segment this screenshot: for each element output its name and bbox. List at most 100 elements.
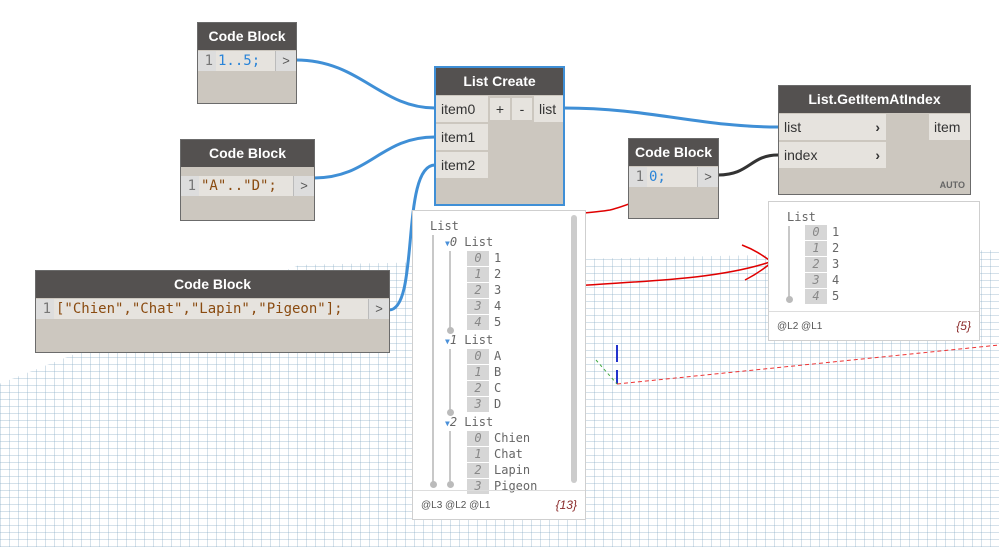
item-value: 4 <box>494 299 502 313</box>
output-list[interactable]: list <box>534 96 563 122</box>
code-block-1[interactable]: Code Block 1 1..5; > <box>197 22 297 104</box>
item-index: 2 <box>805 257 827 272</box>
item-value: B <box>494 365 502 379</box>
preview-item: 2C <box>467 381 501 396</box>
remove-input-button[interactable]: - <box>512 98 532 120</box>
item-value: 3 <box>832 257 840 271</box>
item-index: 3 <box>467 397 489 412</box>
code-input[interactable]: "A".."D"; <box>199 176 294 196</box>
input-item0[interactable]: item0 <box>436 96 488 122</box>
node-title: List.GetItemAtIndex <box>779 86 970 113</box>
code-block-3[interactable]: Code Block 1 ["Chien","Chat","Lapin","Pig… <box>35 270 390 353</box>
item-index: 2 <box>467 381 489 396</box>
input-item2[interactable]: item2 <box>436 152 488 178</box>
preview-item: 23 <box>467 283 501 298</box>
item-value: 4 <box>832 273 840 287</box>
wire-index <box>717 153 779 177</box>
code-block-2[interactable]: Code Block 1 "A".."D"; > <box>180 139 315 221</box>
get-item-at-index-node[interactable]: List.GetItemAtIndex list › index › item AU… <box>778 85 971 195</box>
item-index: 4 <box>805 289 827 304</box>
item-value: Chien <box>494 431 531 445</box>
preview-item: 1B <box>467 365 501 380</box>
input-index[interactable]: index › <box>779 142 886 168</box>
item-index: 1 <box>467 447 489 462</box>
preview-item: 01 <box>805 225 839 240</box>
item-value: 1 <box>494 251 502 265</box>
item-value: 1 <box>832 225 840 239</box>
node-title: Code Block <box>181 140 314 167</box>
output-port[interactable]: > <box>276 51 296 71</box>
preview-item: 0 Chien <box>467 431 530 446</box>
node-title: List Create <box>436 68 563 95</box>
item-index: 1 <box>805 241 827 256</box>
chevron-right-icon: › <box>875 119 880 135</box>
preview-item: 23 <box>805 257 839 272</box>
item-index: 4 <box>467 315 489 330</box>
item-index: 1 <box>467 365 489 380</box>
node-title: Code Block <box>36 271 389 298</box>
item-value: Lapin <box>494 463 531 477</box>
preview-sublist-header[interactable]: ▼1 List <box>445 333 493 348</box>
item-value: C <box>494 381 502 395</box>
preview-item: 01 <box>467 251 501 266</box>
line-number: 1 <box>629 167 647 187</box>
line-number: 1 <box>181 176 199 196</box>
item-index: 2 <box>467 463 489 478</box>
preview-root-label: List <box>787 210 816 224</box>
preview-item: 12 <box>467 267 501 282</box>
code-block-4[interactable]: Code Block 1 0; > <box>628 138 719 219</box>
get-item-preview: List 0112233445 @L2 @L1 {5} <box>768 201 980 341</box>
output-port[interactable]: > <box>369 299 389 319</box>
item-index: 2 <box>467 283 489 298</box>
sublist-label: List <box>464 235 494 249</box>
level-labels: @L3 @L2 @L1 <box>421 500 491 511</box>
item-index: 0 <box>467 431 489 446</box>
output-port[interactable]: > <box>698 167 718 187</box>
preview-item: 34 <box>467 299 501 314</box>
item-index: 0 <box>805 225 827 240</box>
item-value: 5 <box>494 315 502 329</box>
node-title: Code Block <box>198 23 296 50</box>
list-create-preview: List ▼0 List 0 1 1 2 2 3 3 4 4 5 ▼1 List 0 A 1 B 2 C 3 D ▼2 … <box>412 210 586 520</box>
sublist-index: 1 <box>449 333 458 347</box>
item-value: 2 <box>494 267 502 281</box>
item-index: 0 <box>467 349 489 364</box>
level-labels: @L2 @L1 <box>777 321 823 332</box>
line-number: 1 <box>198 51 216 71</box>
input-label: list <box>784 119 802 135</box>
item-count: {13} <box>555 498 577 512</box>
scrollbar[interactable] <box>571 215 577 483</box>
sublist-label: List <box>464 415 494 429</box>
preview-sublist-header[interactable]: ▼0 List <box>445 235 493 250</box>
node-title: Code Block <box>629 139 718 166</box>
wire-list-getitem <box>563 106 779 129</box>
wire-cb1-item0 <box>295 58 436 110</box>
item-value: 2 <box>832 241 840 255</box>
preview-item: 45 <box>467 315 501 330</box>
item-value: D <box>494 397 502 411</box>
code-input[interactable]: 1..5; <box>216 51 276 71</box>
output-port[interactable]: > <box>294 176 314 196</box>
preview-root-label: List <box>430 219 459 233</box>
preview-item: 3D <box>467 397 501 412</box>
item-value: 3 <box>494 283 502 297</box>
preview-sublist-header[interactable]: ▼2 List <box>445 415 493 430</box>
lacing-label: AUTO <box>939 180 965 190</box>
code-input[interactable]: 0; <box>647 167 698 187</box>
preview-item: 45 <box>805 289 839 304</box>
add-input-button[interactable]: + <box>490 98 510 120</box>
preview-item: 0A <box>467 349 501 364</box>
line-number: 1 <box>36 299 54 319</box>
sublist-label: List <box>464 333 494 347</box>
sublist-index: 0 <box>449 235 458 249</box>
item-index: 3 <box>467 299 489 314</box>
preview-footer: @L2 @L1 {5} <box>769 311 979 340</box>
item-value: A <box>494 349 502 363</box>
input-list[interactable]: list › <box>779 114 886 140</box>
sublist-index: 2 <box>449 415 458 429</box>
output-item[interactable]: item <box>929 114 970 140</box>
item-index: 0 <box>467 251 489 266</box>
list-create-node[interactable]: List Create item0 item1 item2 + - list <box>434 66 565 206</box>
input-item1[interactable]: item1 <box>436 124 488 150</box>
code-input[interactable]: ["Chien","Chat","Lapin","Pigeon"]; <box>54 299 369 319</box>
